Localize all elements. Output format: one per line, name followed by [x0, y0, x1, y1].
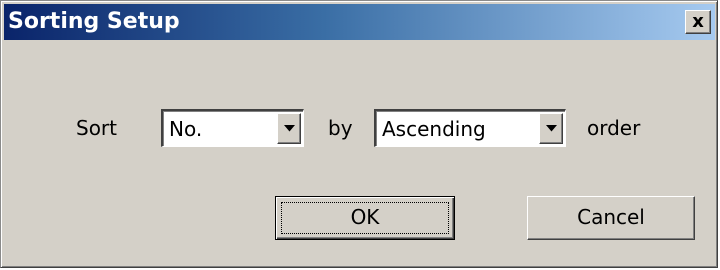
close-button[interactable]: x [685, 10, 711, 34]
ok-button[interactable]: OK [275, 196, 455, 240]
ok-button-label: OK [350, 205, 380, 229]
sort-order-value: Ascending [382, 117, 486, 141]
sorting-setup-dialog: Sorting Setup x Sort No. by Ascending or… [0, 0, 718, 268]
sort-field-value: No. [169, 117, 203, 141]
sort-field-dropdown-button[interactable] [277, 113, 301, 144]
title-bar[interactable]: Sorting Setup x [4, 4, 715, 40]
sort-order-dropdown-button[interactable] [539, 113, 563, 144]
by-label: by [328, 116, 353, 140]
dialog-title: Sorting Setup [8, 9, 180, 34]
close-icon: x [692, 11, 704, 32]
dropdown-arrow-icon [284, 125, 295, 132]
cancel-button-label: Cancel [577, 205, 645, 229]
sort-order-select[interactable]: Ascending [374, 109, 566, 147]
dropdown-arrow-icon [546, 125, 557, 132]
cancel-button[interactable]: Cancel [527, 196, 695, 240]
sort-label: Sort [76, 116, 117, 140]
sort-field-select[interactable]: No. [161, 109, 304, 147]
order-label: order [587, 116, 641, 140]
